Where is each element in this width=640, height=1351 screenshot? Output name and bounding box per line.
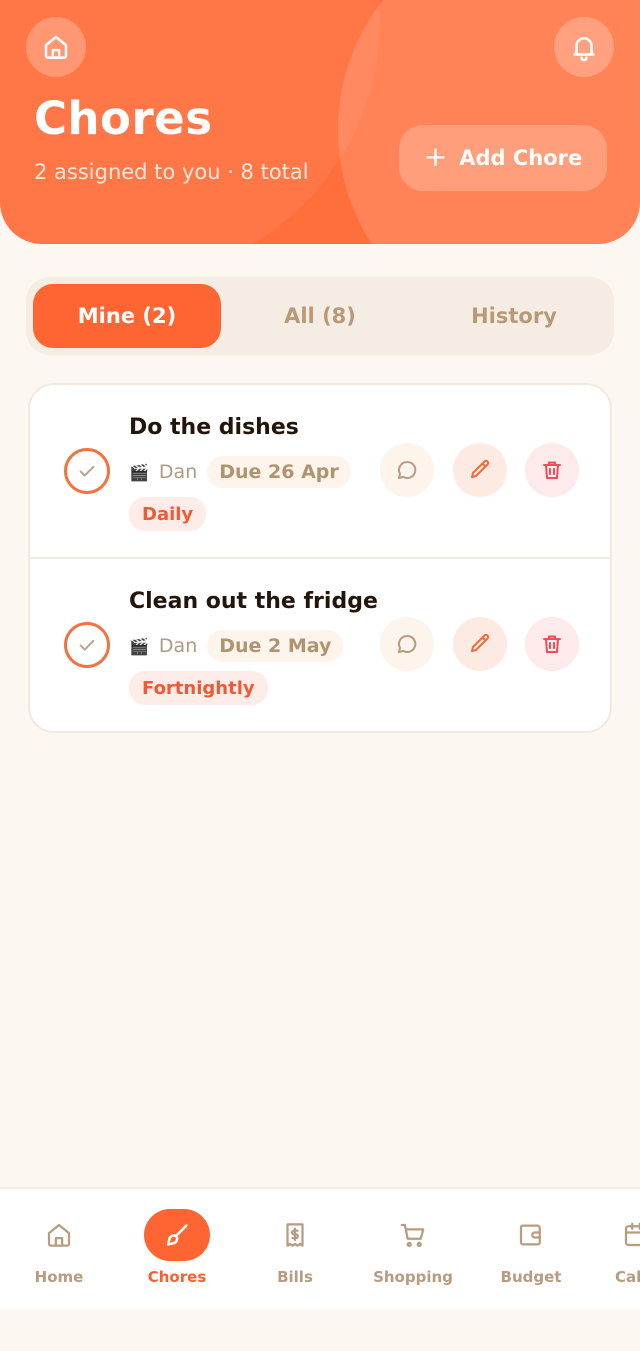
receipt-icon: [286, 1223, 304, 1247]
header: Chores 2 assigned to you · 8 total + Add…: [0, 0, 640, 244]
due-date-badge: Due 26 Apr: [207, 456, 351, 488]
add-chore-button[interactable]: + Add Chore: [399, 125, 607, 191]
nav-shopping[interactable]: Shopping: [354, 1189, 472, 1309]
bottom-safe-area: [0, 1309, 640, 1351]
delete-button[interactable]: [525, 443, 579, 497]
comment-icon: [398, 460, 417, 479]
check-icon: [79, 639, 95, 651]
nav-icon-container: [498, 1209, 564, 1261]
edit-button[interactable]: [453, 617, 507, 671]
due-date-badge: Due 2 May: [207, 630, 344, 662]
pencil-icon: [471, 459, 490, 478]
nav-label: Cal: [615, 1268, 640, 1286]
check-icon: [79, 465, 95, 477]
chore-meta: 🎬 Dan Due 26 Apr: [129, 455, 351, 489]
frequency-badge: Daily: [129, 497, 207, 531]
notifications-button[interactable]: [554, 17, 614, 77]
delete-button[interactable]: [525, 617, 579, 671]
nav-icon-container: [262, 1209, 328, 1261]
nav-label: Budget: [500, 1268, 562, 1286]
chore-meta: 🎬 Dan Due 2 May: [129, 629, 344, 663]
nav-chores[interactable]: Chores: [118, 1189, 236, 1309]
page-title: Chores: [34, 92, 213, 145]
nav-bills[interactable]: Bills: [236, 1189, 354, 1309]
bottom-navigation: Home Chores Bills Shopping Budget Cal: [0, 1187, 640, 1309]
nav-label: Bills: [277, 1268, 313, 1286]
comment-button[interactable]: [380, 443, 434, 497]
plus-icon: +: [423, 139, 448, 173]
assignee-avatar: 🎬: [129, 636, 149, 656]
complete-chore-checkbox[interactable]: [64, 622, 110, 668]
trash-icon: [543, 635, 561, 653]
nav-home[interactable]: Home: [0, 1189, 118, 1309]
nav-budget[interactable]: Budget: [472, 1189, 590, 1309]
chore-title: Do the dishes: [129, 415, 299, 440]
complete-chore-checkbox[interactable]: [64, 448, 110, 494]
wallet-icon: [519, 1224, 541, 1246]
cart-icon: [400, 1223, 425, 1247]
nav-icon-container: [603, 1209, 640, 1261]
chore-list: Do the dishes 🎬 Dan Due 26 Apr Daily Cle…: [28, 383, 612, 733]
add-chore-label: Add Chore: [459, 146, 583, 170]
comment-icon: [398, 634, 417, 653]
brush-icon: [167, 1224, 188, 1246]
comment-button[interactable]: [380, 617, 434, 671]
nav-label: Shopping: [373, 1268, 453, 1286]
nav-label: Chores: [147, 1268, 207, 1286]
nav-calendar[interactable]: Cal: [590, 1189, 640, 1309]
tab-all[interactable]: All (8): [226, 284, 414, 348]
home-icon: [47, 1223, 71, 1247]
home-button[interactable]: [26, 17, 86, 77]
nav-icon-container: [380, 1209, 446, 1261]
trash-icon: [543, 461, 561, 479]
edit-button[interactable]: [453, 443, 507, 497]
assignee-name: Dan: [158, 635, 198, 657]
home-icon: [44, 35, 68, 59]
chore-filter-tabs: Mine (2) All (8) History: [26, 277, 614, 355]
assignee-name: Dan: [158, 461, 198, 483]
bell-icon: [573, 37, 595, 62]
tab-mine[interactable]: Mine (2): [33, 284, 221, 348]
nav-icon-container: [26, 1209, 92, 1261]
calendar-icon: [624, 1222, 640, 1247]
chore-title: Clean out the fridge: [129, 589, 378, 614]
chore-item: Do the dishes 🎬 Dan Due 26 Apr Daily: [30, 385, 610, 557]
page-subtitle: 2 assigned to you · 8 total: [34, 160, 309, 184]
pencil-icon: [471, 633, 490, 652]
assignee-avatar: 🎬: [129, 462, 149, 482]
nav-label: Home: [34, 1268, 84, 1286]
tab-history[interactable]: History: [420, 284, 608, 348]
frequency-badge: Fortnightly: [129, 671, 268, 705]
chore-item: Clean out the fridge 🎬 Dan Due 2 May For…: [30, 559, 610, 731]
nav-icon-container: [144, 1209, 210, 1261]
